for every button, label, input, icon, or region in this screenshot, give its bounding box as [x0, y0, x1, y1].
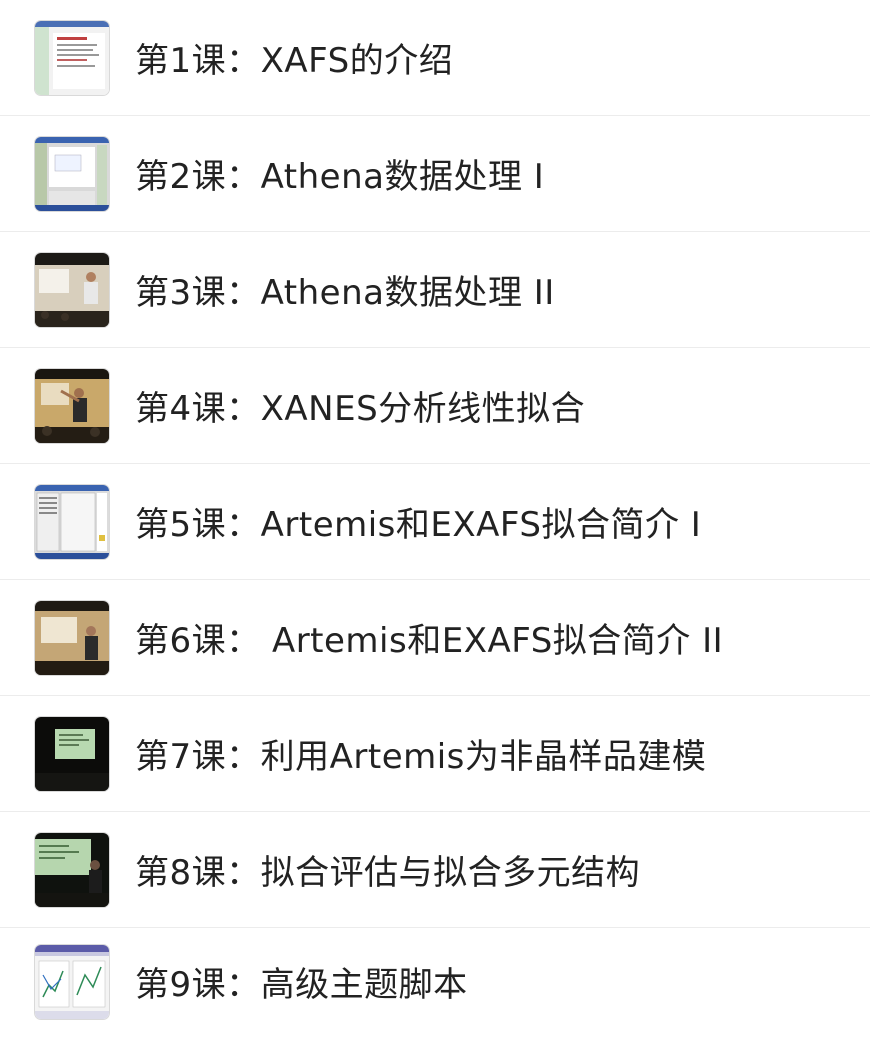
lesson-item-4[interactable]: 第4课：XANES分析线性拟合	[0, 348, 870, 464]
lesson-item-7[interactable]: 第7课：利用Artemis为非晶样品建模	[0, 696, 870, 812]
lesson-item-5[interactable]: 第5课：Artemis和EXAFS拟合简介 I	[0, 464, 870, 580]
lesson-title: 第4课：XANES分析线性拟合	[135, 389, 586, 429]
lesson-thumbnail	[35, 944, 109, 1019]
lesson-item-6[interactable]: 第6课： Artemis和EXAFS拟合简介 II	[0, 580, 870, 696]
lesson-thumbnail	[35, 484, 109, 559]
lesson-title: 第3课：Athena数据处理 II	[135, 273, 555, 313]
lesson-title: 第9课：高级主题脚本	[135, 965, 468, 1005]
lesson-list: 第1课：XAFS的介绍 第2课：Athena数据处理 I 第3课：Athena数…	[0, 0, 870, 1035]
lesson-title: 第6课： Artemis和EXAFS拟合简介 II	[135, 621, 724, 661]
lesson-thumbnail	[35, 252, 109, 327]
lesson-item-9[interactable]: 第9课：高级主题脚本	[0, 928, 870, 1035]
lesson-title: 第2课：Athena数据处理 I	[135, 157, 545, 197]
lesson-thumbnail	[35, 832, 109, 907]
lesson-thumbnail	[35, 600, 109, 675]
lesson-item-2[interactable]: 第2课：Athena数据处理 I	[0, 116, 870, 232]
lesson-thumbnail	[35, 368, 109, 443]
lesson-item-1[interactable]: 第1课：XAFS的介绍	[0, 0, 870, 116]
lesson-title: 第8课：拟合评估与拟合多元结构	[135, 853, 641, 893]
lesson-item-3[interactable]: 第3课：Athena数据处理 II	[0, 232, 870, 348]
lesson-title: 第1课：XAFS的介绍	[135, 41, 454, 81]
lesson-thumbnail	[35, 20, 109, 95]
lesson-thumbnail	[35, 136, 109, 211]
lesson-thumbnail	[35, 716, 109, 791]
lesson-title: 第5课：Artemis和EXAFS拟合简介 I	[135, 505, 702, 545]
lesson-item-8[interactable]: 第8课：拟合评估与拟合多元结构	[0, 812, 870, 928]
lesson-title: 第7课：利用Artemis为非晶样品建模	[135, 737, 707, 777]
